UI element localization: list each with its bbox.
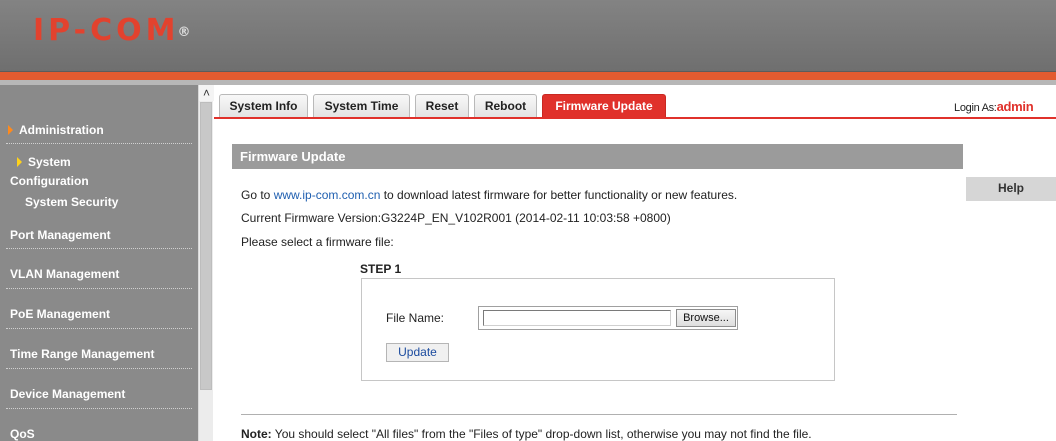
sidebar-item-system-security[interactable]: System Security (25, 195, 223, 209)
login-prefix: Login As: (954, 102, 997, 114)
note-body: You should select "All files" from the "… (271, 427, 812, 441)
sidebar-item-time-range-management[interactable]: Time Range Management (10, 347, 208, 361)
note-label: Note: (241, 427, 272, 441)
update-button[interactable]: Update (386, 343, 449, 362)
select-firmware-prompt: Please select a firmware file: (241, 235, 394, 249)
step-label: STEP 1 (360, 262, 402, 276)
sidebar-item-label: System Security (25, 195, 119, 209)
header-accent-bar (0, 72, 1056, 80)
tab-reset[interactable]: Reset (415, 94, 469, 117)
instruction-prefix: Go to (241, 188, 274, 202)
tab-underline (214, 117, 1056, 119)
section-title: Firmware Update (240, 149, 346, 164)
ip-com-website-link[interactable]: www.ip-com.com.cn (274, 188, 381, 202)
help-button[interactable]: Help (966, 177, 1056, 201)
logo-text: IP-COM (33, 13, 180, 48)
tab-firmware-update[interactable]: Firmware Update (542, 94, 666, 117)
sidebar-item-label: Configuration (10, 174, 89, 188)
sidebar-divider (6, 288, 192, 289)
sidebar-item-qos[interactable]: QoS (10, 427, 208, 441)
tab-system-info[interactable]: System Info (219, 94, 308, 117)
file-path-field[interactable] (483, 310, 671, 326)
download-instructions: Go to www.ip-com.com.cn to download late… (241, 188, 737, 202)
scrollbar-thumb[interactable] (200, 102, 212, 390)
sidebar-item-label: QoS (10, 427, 35, 441)
file-name-label: File Name: (386, 311, 445, 325)
instruction-suffix: to download latest firmware for better f… (380, 188, 738, 202)
sidebar-divider (6, 328, 192, 329)
sidebar-item-configuration-label: Configuration (10, 174, 208, 188)
sidebar-item-vlan-management[interactable]: VLAN Management (10, 267, 208, 281)
chevron-up-icon[interactable]: ˄ (199, 85, 214, 101)
current-firmware-version: Current Firmware Version:G3224P_EN_V102R… (241, 211, 671, 225)
tab-reboot[interactable]: Reboot (474, 94, 537, 117)
sidebar-item-label: Time Range Management (10, 347, 155, 361)
sidebar-item-poe-management[interactable]: PoE Management (10, 307, 208, 321)
sidebar: Administration System Configuration Syst… (0, 85, 198, 441)
sidebar-item-port-management[interactable]: Port Management (10, 228, 208, 242)
tab-system-time[interactable]: System Time (313, 94, 410, 117)
sidebar-item-device-management[interactable]: Device Management (10, 387, 208, 401)
header-bar: IP-COM® (0, 0, 1056, 72)
file-input[interactable]: Browse... (478, 306, 738, 330)
sidebar-divider (6, 143, 192, 144)
sidebar-item-system-configuration[interactable]: System (17, 155, 215, 169)
sidebar-item-label: PoE Management (10, 307, 111, 321)
sidebar-item-label: Port Management (10, 228, 111, 242)
browse-button[interactable]: Browse... (676, 309, 736, 327)
sidebar-item-label: Device Management (10, 387, 126, 401)
sidebar-divider (6, 368, 192, 369)
registered-mark: ® (177, 25, 191, 40)
section-header: Firmware Update (232, 144, 963, 169)
sidebar-item-label: Administration (19, 123, 104, 137)
sidebar-item-label: System (28, 155, 71, 169)
triangle-right-icon (8, 125, 13, 135)
login-status: Login As:admin (954, 99, 1034, 114)
login-user: admin (996, 99, 1034, 114)
sidebar-item-label: VLAN Management (10, 267, 120, 281)
note-text: Note: You should select "All files" from… (241, 427, 812, 441)
triangle-right-icon (17, 157, 22, 167)
sidebar-divider (6, 248, 192, 249)
sidebar-item-administration[interactable]: Administration (8, 123, 206, 137)
note-divider (241, 414, 957, 415)
sidebar-scrollbar[interactable]: ˄ (198, 85, 214, 441)
sidebar-divider (6, 408, 192, 409)
ip-com-logo: IP-COM® (33, 14, 190, 48)
